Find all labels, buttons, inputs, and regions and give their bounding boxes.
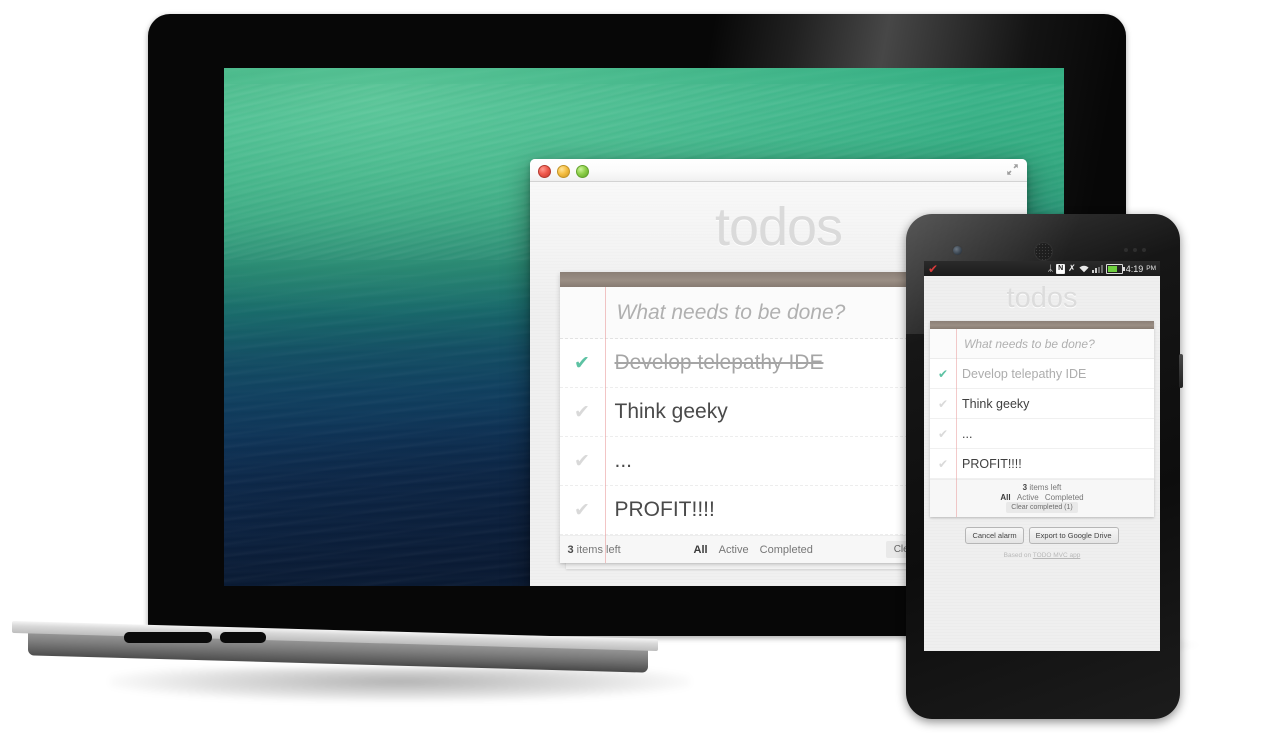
phone-items-left-count: 3 items left bbox=[934, 483, 1150, 492]
laptop-port-right bbox=[220, 632, 266, 643]
status-system-icons: ᛦ N ✗ 4:19 PM bbox=[1047, 263, 1156, 274]
signal-bars-icon bbox=[1091, 264, 1103, 273]
todo-label: ... bbox=[614, 449, 633, 472]
window-traffic-lights bbox=[538, 165, 589, 178]
todo-checkbox[interactable]: ✔ bbox=[560, 403, 605, 422]
phone-todo-footer: 3 items left All Active Completed Clear … bbox=[930, 479, 1154, 517]
phone-todo-checkbox[interactable]: ✔ bbox=[930, 398, 956, 410]
phone-items-left-suffix: items left bbox=[1027, 483, 1062, 492]
phone-todo-checkbox[interactable]: ✔ bbox=[930, 368, 956, 380]
phone-credit-text: Based on TODO MVC app bbox=[924, 552, 1160, 559]
phone-cancel-alarm-button[interactable]: Cancel alarm bbox=[965, 527, 1024, 544]
status-notifications: ✔ bbox=[928, 263, 1048, 275]
phone-credit-prefix: Based on bbox=[1003, 552, 1033, 559]
phone-device: ✔ ᛦ N ✗ 4:19 PM todos What needs to be d… bbox=[892, 214, 1202, 719]
phone-new-todo-input[interactable] bbox=[962, 335, 1154, 352]
close-button[interactable] bbox=[538, 165, 551, 178]
filter-all[interactable]: All bbox=[694, 544, 708, 556]
phone-todo-label: PROFIT!!!! bbox=[962, 456, 1022, 471]
status-meridiem: PM bbox=[1146, 265, 1156, 272]
phone-clear-wrap: Clear completed (1) bbox=[1006, 502, 1078, 513]
list-item[interactable]: ✔ Develop telepathy IDE bbox=[930, 359, 1154, 389]
phone-action-button-row: Cancel alarm Export to Google Drive bbox=[924, 527, 1160, 544]
phone-notebook-rule-line bbox=[956, 329, 957, 517]
front-camera-icon bbox=[952, 245, 963, 256]
phone-sensors bbox=[1124, 248, 1146, 252]
window-titlebar[interactable] bbox=[530, 159, 1027, 182]
phone-todo-app: todos ✔ Develop telepathy IDE ✔ Think ge… bbox=[924, 276, 1160, 651]
minimize-button[interactable] bbox=[557, 165, 570, 178]
phone-todo-checkbox[interactable]: ✔ bbox=[930, 458, 956, 470]
phone-todo-label: Develop telepathy IDE bbox=[962, 366, 1087, 381]
phone-todo-label: Think geeky bbox=[962, 396, 1030, 411]
phone-power-button[interactable] bbox=[1179, 354, 1183, 388]
notification-check-icon: ✔ bbox=[928, 261, 939, 276]
todo-checkbox[interactable]: ✔ bbox=[560, 452, 605, 471]
laptop-port-left bbox=[124, 632, 212, 643]
todo-label: Think geeky bbox=[614, 400, 728, 423]
phone-filter-all[interactable]: All bbox=[1000, 493, 1010, 502]
list-item[interactable]: ✔ PROFIT!!!! bbox=[930, 449, 1154, 479]
phone-filter-group: All Active Completed bbox=[934, 493, 1150, 502]
filter-group: All Active Completed bbox=[621, 544, 886, 556]
expand-icon[interactable] bbox=[1006, 163, 1019, 176]
todo-checkbox[interactable]: ✔ bbox=[560, 501, 605, 520]
notebook-rule-line bbox=[604, 287, 606, 563]
phone-export-to-google-drive-button[interactable]: Export to Google Drive bbox=[1028, 527, 1119, 544]
android-status-bar: ✔ ᛦ N ✗ 4:19 PM bbox=[924, 261, 1160, 276]
battery-icon bbox=[1105, 263, 1125, 274]
todo-checkbox[interactable]: ✔ bbox=[560, 354, 605, 373]
phone-todo-checkbox[interactable]: ✔ bbox=[930, 428, 956, 440]
phone-card-topbar bbox=[930, 321, 1154, 329]
items-left-count: 3 items left bbox=[568, 544, 621, 556]
phone-todo-card: ✔ Develop telepathy IDE ✔ Think geeky ✔ … bbox=[930, 321, 1154, 517]
todo-label: Develop telepathy IDE bbox=[614, 351, 824, 374]
phone-filter-completed[interactable]: Completed bbox=[1045, 493, 1084, 502]
nfc-icon: N bbox=[1056, 263, 1066, 274]
list-item[interactable]: ✔ ... bbox=[930, 419, 1154, 449]
mute-icon: ✗ bbox=[1068, 263, 1076, 273]
screenshot-stage: todos ✔ Develop telepathy IDE ✔ bbox=[0, 0, 1280, 734]
phone-new-todo-row bbox=[930, 329, 1154, 359]
earpiece-speaker-icon bbox=[1034, 242, 1053, 261]
filter-active[interactable]: Active bbox=[719, 544, 749, 556]
todo-label: PROFIT!!!! bbox=[614, 498, 715, 521]
bluetooth-icon: ᛦ bbox=[1047, 263, 1054, 273]
phone-filter-active[interactable]: Active bbox=[1017, 493, 1039, 502]
phone-screen: ✔ ᛦ N ✗ 4:19 PM todos What needs to be d… bbox=[924, 261, 1160, 651]
zoom-button[interactable] bbox=[576, 165, 589, 178]
laptop-shadow bbox=[110, 668, 690, 702]
phone-todomvc-link[interactable]: TODO MVC app bbox=[1033, 552, 1081, 559]
items-left-suffix: items left bbox=[573, 543, 621, 556]
filter-completed[interactable]: Completed bbox=[760, 544, 813, 556]
status-time: 4:19 bbox=[1125, 263, 1144, 274]
phone-page-title: todos bbox=[1006, 282, 1078, 314]
wifi-icon bbox=[1079, 265, 1089, 272]
phone-todo-label: ... bbox=[962, 426, 973, 441]
phone-clear-completed-button[interactable]: Clear completed (1) bbox=[1006, 502, 1078, 513]
list-item[interactable]: ✔ Think geeky bbox=[930, 389, 1154, 419]
